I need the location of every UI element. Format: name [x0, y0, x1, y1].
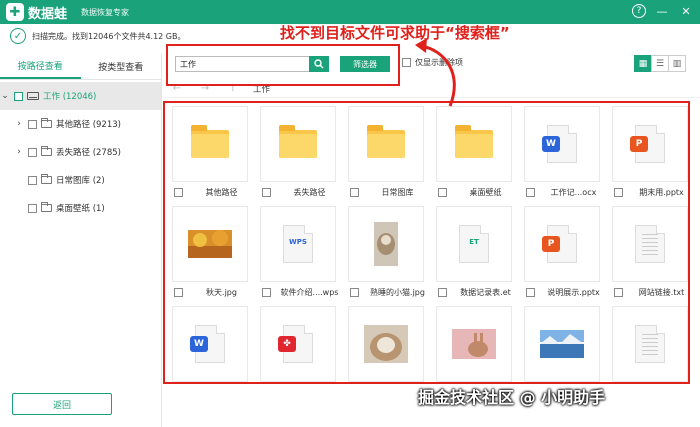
- path-tree: ⌄ 工作 (12046) › 其他路径 (9213) › 丢失路径 (2785)…: [0, 80, 161, 222]
- checkbox[interactable]: [28, 147, 37, 157]
- brand-name: 数据蛙: [28, 6, 68, 22]
- detail-view-icon[interactable]: ▥: [668, 55, 686, 72]
- folder-icon: [41, 118, 52, 128]
- checkbox[interactable]: [28, 203, 37, 213]
- tree-item-label: 丢失路径 (2785): [56, 148, 121, 158]
- tree-item-daily-gallery[interactable]: 日常图库 (2): [0, 166, 161, 194]
- tab-by-path[interactable]: 按路径查看: [0, 54, 81, 79]
- folder-icon: [41, 174, 52, 184]
- search-highlight-box: [166, 44, 400, 86]
- minimize-button[interactable]: —: [654, 3, 670, 19]
- app-subtitle: 数据恢复专家: [81, 7, 130, 17]
- tree-item-other-path[interactable]: › 其他路径 (9213): [0, 110, 161, 138]
- title-bar: ✚ 数据蛙 数据恢复专家 ? — ✕: [0, 0, 700, 24]
- checkbox[interactable]: [28, 119, 37, 129]
- list-view-icon[interactable]: ☰: [651, 55, 669, 72]
- tree-item-label: 桌面壁纸 (1): [56, 204, 105, 214]
- close-button[interactable]: ✕: [678, 3, 694, 19]
- plus-logo-icon: ✚: [6, 3, 24, 21]
- tree-item-lost-path[interactable]: › 丢失路径 (2785): [0, 138, 161, 166]
- back-button[interactable]: 返回: [12, 393, 112, 415]
- drive-icon: [27, 92, 39, 100]
- annotation-arrow-icon: [415, 38, 456, 107]
- app-logo: ✚ 数据蛙: [6, 3, 67, 22]
- folder-icon: [41, 146, 52, 156]
- left-panel: 按路径查看 按类型查看 ⌄ 工作 (12046) › 其他路径 (9213) ›…: [0, 54, 162, 427]
- tree-item-root[interactable]: ⌄ 工作 (12046): [0, 82, 161, 110]
- checkbox[interactable]: [14, 91, 23, 101]
- tree-item-label: 其他路径 (9213): [56, 120, 121, 130]
- results-highlight-box: [163, 101, 690, 384]
- tab-by-type[interactable]: 按类型查看: [81, 54, 162, 79]
- search-hint-annotation: 找不到目标文件可求助于“搜索框”: [280, 24, 510, 42]
- chevron-down-icon[interactable]: ⌄: [0, 91, 10, 101]
- scan-status-text: 扫描完成。找到12046个文件共4.12 GB。: [32, 31, 186, 41]
- checkbox[interactable]: [28, 175, 37, 185]
- scan-status: ✓ 扫描完成。找到12046个文件共4.12 GB。: [10, 26, 186, 46]
- tree-item-wallpaper[interactable]: 桌面壁纸 (1): [0, 194, 161, 222]
- folder-icon: [41, 202, 52, 212]
- chevron-right-icon[interactable]: ›: [14, 147, 24, 157]
- chevron-right-icon[interactable]: ›: [14, 119, 24, 129]
- help-icon[interactable]: ?: [632, 4, 646, 18]
- watermark: 掘金技术社区 @ 小明助手: [418, 388, 606, 407]
- tree-item-label: 日常图库 (2): [56, 176, 105, 186]
- grid-view-icon[interactable]: ▦: [634, 55, 652, 72]
- tree-item-label: 工作 (12046): [43, 92, 97, 102]
- view-mode-switch: ▦ ☰ ▥: [634, 55, 686, 72]
- view-tabs: 按路径查看 按类型查看: [0, 54, 161, 80]
- check-circle-icon: ✓: [10, 28, 26, 44]
